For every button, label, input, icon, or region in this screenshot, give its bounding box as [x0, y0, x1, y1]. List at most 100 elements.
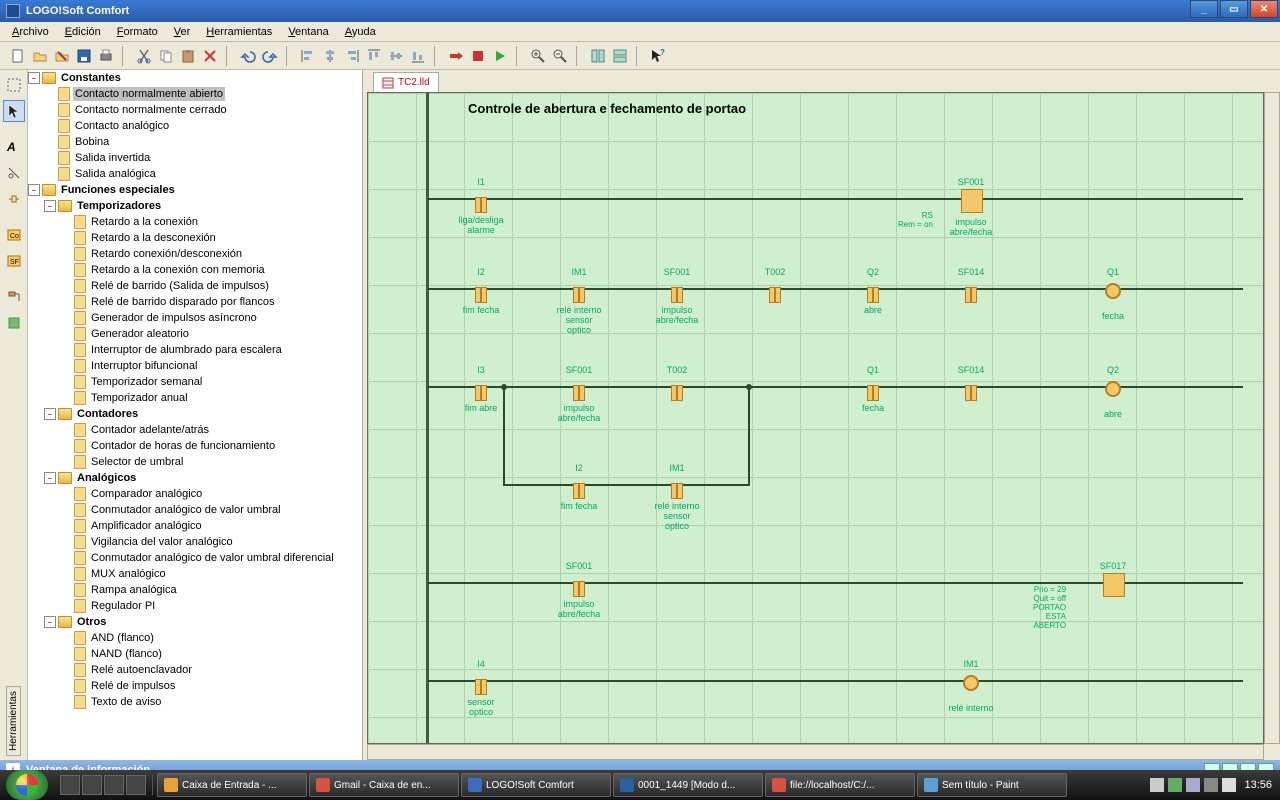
tree-toggle[interactable]: −: [44, 200, 56, 212]
tree-item[interactable]: Selector de umbral: [28, 454, 362, 470]
tree-item[interactable]: −Otros: [28, 614, 362, 630]
tree-item[interactable]: Conmutador analógico de valor umbral dif…: [28, 550, 362, 566]
menu-formato[interactable]: Formato: [109, 24, 166, 40]
taskbar-clock[interactable]: 13:56: [1244, 779, 1280, 791]
ladder-element[interactable]: T002: [752, 266, 798, 305]
taskbar-task[interactable]: Caixa de Entrada - ...: [157, 773, 307, 797]
tree-item[interactable]: Contador adelante/atrás: [28, 422, 362, 438]
vtool-pointer[interactable]: [3, 100, 25, 122]
menu-ventana[interactable]: Ventana: [280, 24, 336, 40]
tree-item[interactable]: Relé de barrido disparado por flancos: [28, 294, 362, 310]
system-tray[interactable]: [1142, 778, 1244, 792]
tree-item[interactable]: Relé de barrido (Salida de impulsos): [28, 278, 362, 294]
tree-item[interactable]: Rampa analógica: [28, 582, 362, 598]
delete-button[interactable]: [200, 46, 220, 66]
tree-item[interactable]: Regulador PI: [28, 598, 362, 614]
ladder-element[interactable]: SF017: [1090, 560, 1136, 601]
print-button[interactable]: [96, 46, 116, 66]
ql-icon-1[interactable]: [60, 775, 80, 795]
tree-item[interactable]: Contacto normalmente cerrado: [28, 102, 362, 118]
tree-item[interactable]: Retardo a la conexión con memoria: [28, 262, 362, 278]
tray-icon[interactable]: [1150, 778, 1164, 792]
tree-item[interactable]: Retardo conexión/desconexión: [28, 246, 362, 262]
taskbar-task[interactable]: LOGO!Soft Comfort: [461, 773, 611, 797]
vtool-text[interactable]: A: [3, 136, 25, 158]
ladder-element[interactable]: SF014: [948, 364, 994, 403]
tree-item[interactable]: Conmutador analógico de valor umbral: [28, 502, 362, 518]
tree-item[interactable]: Amplificador analógico: [28, 518, 362, 534]
function-tree-panel[interactable]: −ConstantesContacto normalmente abiertoC…: [28, 70, 363, 760]
tree-item[interactable]: Bobina: [28, 134, 362, 150]
tree-item[interactable]: Salida analógica: [28, 166, 362, 182]
tree-item[interactable]: −Constantes: [28, 70, 362, 86]
tree-item[interactable]: Retardo a la conexión: [28, 214, 362, 230]
undo-button[interactable]: [238, 46, 258, 66]
ladder-element[interactable]: IM1relé interno sensor optico: [556, 266, 602, 335]
tree-item[interactable]: Contador de horas de funcionamiento: [28, 438, 362, 454]
open-button[interactable]: [30, 46, 50, 66]
tree-toggle[interactable]: −: [28, 72, 40, 84]
tree-item[interactable]: Retardo a la desconexión: [28, 230, 362, 246]
ladder-element[interactable]: I1liga/desliga alarme: [458, 176, 504, 235]
ladder-element[interactable]: SF001impulso abre/fecha: [948, 176, 994, 237]
diagram-canvas[interactable]: Controle de abertura e fechamento de por…: [367, 92, 1264, 744]
vtool-link[interactable]: [3, 188, 25, 210]
ladder-element[interactable]: Q1fecha: [850, 364, 896, 413]
tree-toggle[interactable]: −: [44, 616, 56, 628]
align-bottom-button[interactable]: [408, 46, 428, 66]
start-button[interactable]: [6, 770, 48, 800]
new-button[interactable]: [8, 46, 28, 66]
tree-toggle[interactable]: −: [44, 472, 56, 484]
tree-item[interactable]: Generador aleatorio: [28, 326, 362, 342]
save-button[interactable]: [74, 46, 94, 66]
taskbar-task[interactable]: file://localhost/C:/...: [765, 773, 915, 797]
tree-item[interactable]: Texto de aviso: [28, 694, 362, 710]
align-center-button[interactable]: [320, 46, 340, 66]
vtool-cut-wire[interactable]: [3, 162, 25, 184]
tray-volume-icon[interactable]: [1222, 778, 1236, 792]
ladder-element[interactable]: SF001impulso abre/fecha: [654, 266, 700, 325]
tray-icon[interactable]: [1186, 778, 1200, 792]
tree-item[interactable]: Contacto normalmente abierto: [28, 86, 362, 102]
tree-item[interactable]: −Contadores: [28, 406, 362, 422]
tree-item[interactable]: NAND (flanco): [28, 646, 362, 662]
vtool-sf-block[interactable]: SF: [3, 250, 25, 272]
ladder-element[interactable]: I2fim fecha: [556, 462, 602, 511]
close-button[interactable]: [52, 46, 72, 66]
tree-item[interactable]: Comparador analógico: [28, 486, 362, 502]
vtool-sim[interactable]: [3, 312, 25, 334]
ladder-element[interactable]: Q2abre: [850, 266, 896, 315]
goto-button[interactable]: [446, 46, 466, 66]
tray-icon[interactable]: [1168, 778, 1182, 792]
ql-icon-4[interactable]: [126, 775, 146, 795]
vtool-co-block[interactable]: Co: [3, 224, 25, 246]
zoom-out-button[interactable]: [550, 46, 570, 66]
menu-edición[interactable]: Edición: [57, 24, 109, 40]
ql-icon-2[interactable]: [82, 775, 102, 795]
minimize-button[interactable]: _: [1190, 0, 1218, 18]
layout2-button[interactable]: [610, 46, 630, 66]
tree-item[interactable]: Contacto analógico: [28, 118, 362, 134]
function-tree[interactable]: −ConstantesContacto normalmente abiertoC…: [28, 70, 362, 710]
ladder-element[interactable]: I2fim fecha: [458, 266, 504, 315]
ladder-element[interactable]: Q2abre: [1090, 364, 1136, 419]
ladder-element[interactable]: IM1relé interno sensor optico: [654, 462, 700, 531]
tree-toggle[interactable]: −: [44, 408, 56, 420]
zoom-in-button[interactable]: [528, 46, 548, 66]
tree-item[interactable]: Salida invertida: [28, 150, 362, 166]
align-left-button[interactable]: [298, 46, 318, 66]
tab-diagram[interactable]: TC2.lld: [373, 72, 439, 92]
tray-icon[interactable]: [1204, 778, 1218, 792]
menu-herramientas[interactable]: Herramientas: [198, 24, 280, 40]
ladder-element[interactable]: SF001impulso abre/fecha: [556, 560, 602, 619]
vertical-scrollbar[interactable]: [1264, 92, 1280, 744]
cut-button[interactable]: [134, 46, 154, 66]
taskbar-task[interactable]: Gmail - Caixa de en...: [309, 773, 459, 797]
tree-item[interactable]: −Temporizadores: [28, 198, 362, 214]
menu-ver[interactable]: Ver: [166, 24, 199, 40]
ladder-element[interactable]: I4sensor optico: [458, 658, 504, 717]
paste-button[interactable]: [178, 46, 198, 66]
align-right-button[interactable]: [342, 46, 362, 66]
close-button[interactable]: ✕: [1250, 0, 1278, 18]
tree-item[interactable]: −Analógicos: [28, 470, 362, 486]
